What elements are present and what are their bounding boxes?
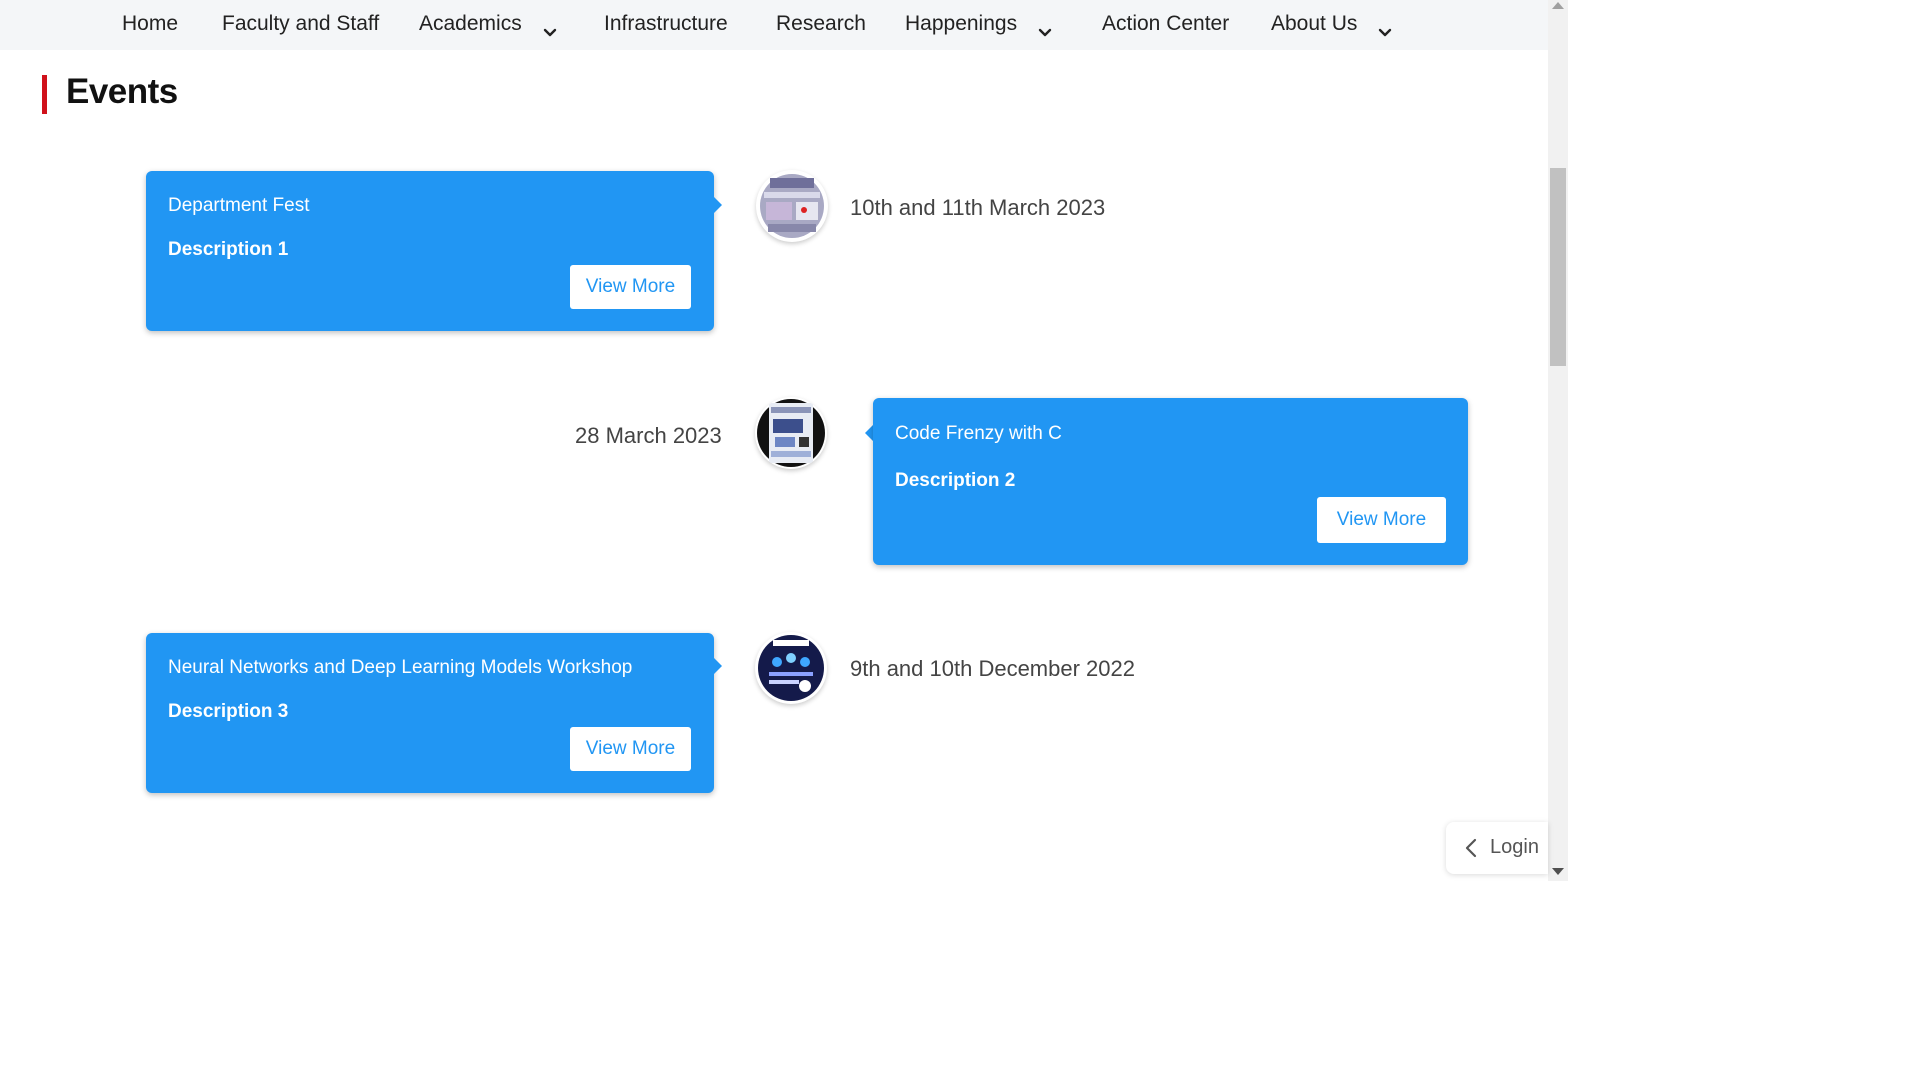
nav-happenings-label: Happenings xyxy=(905,12,1018,35)
nav-about-us[interactable]: About Us xyxy=(1271,0,1395,50)
section-title: Events xyxy=(66,72,178,111)
nav-academics-label: Academics xyxy=(419,12,522,35)
poster-image xyxy=(760,174,824,238)
view-more-button[interactable]: View More xyxy=(570,265,691,309)
event-title: Neural Networks and Deep Learning Models… xyxy=(168,657,633,678)
nav-infrastructure[interactable]: Infrastructure xyxy=(604,0,728,50)
nav-home[interactable]: Home xyxy=(122,0,178,50)
chevron-down-icon xyxy=(1035,12,1055,37)
view-more-button[interactable]: View More xyxy=(570,727,691,771)
event-card: Neural Networks and Deep Learning Models… xyxy=(146,633,714,793)
event-title: Department Fest xyxy=(168,195,310,216)
event-date: 9th and 10th December 2022 xyxy=(850,656,1135,681)
scroll-up-arrow-icon[interactable] xyxy=(1552,2,1564,9)
event-date: 28 March 2023 xyxy=(575,423,722,448)
nav-academics[interactable]: Academics xyxy=(419,0,560,50)
nav-action-center-label: Action Center xyxy=(1102,12,1230,35)
event-poster-thumbnail[interactable] xyxy=(755,397,827,469)
page-scrollbar[interactable] xyxy=(1548,0,1568,881)
login-label: Login xyxy=(1490,836,1539,858)
card-pointer xyxy=(865,425,873,441)
card-pointer xyxy=(714,197,722,213)
top-navbar: Home Faculty and Staff Academics Infrast… xyxy=(0,0,1548,50)
nav-research[interactable]: Research xyxy=(776,0,866,50)
nav-research-label: Research xyxy=(776,12,866,35)
chevron-down-icon xyxy=(1375,12,1395,37)
nav-happenings[interactable]: Happenings xyxy=(905,0,1055,50)
event-description: Description 2 xyxy=(895,470,1016,491)
event-description: Description 1 xyxy=(168,239,289,260)
nav-infrastructure-label: Infrastructure xyxy=(604,12,728,35)
view-more-button[interactable]: View More xyxy=(1317,497,1446,543)
scroll-down-arrow-icon[interactable] xyxy=(1552,868,1564,875)
event-poster-thumbnail[interactable] xyxy=(756,170,828,242)
chevron-down-icon xyxy=(540,12,560,37)
nav-home-label: Home xyxy=(122,12,179,35)
event-card: Department Fest Description 1 View More xyxy=(146,171,714,331)
nav-action-center[interactable]: Action Center xyxy=(1102,0,1229,50)
event-poster-thumbnail[interactable] xyxy=(755,632,827,704)
chevron-left-icon xyxy=(1464,837,1478,864)
event-card: Code Frenzy with C Description 2 View Mo… xyxy=(873,398,1468,565)
scrollbar-thumb[interactable] xyxy=(1550,168,1566,366)
login-button[interactable]: Login xyxy=(1446,822,1548,874)
nav-faculty-and-staff[interactable]: Faculty and Staff xyxy=(222,0,379,50)
poster-image xyxy=(757,399,825,467)
event-date: 10th and 11th March 2023 xyxy=(850,195,1106,220)
nav-faculty-label: Faculty and Staff xyxy=(222,12,380,35)
poster-image xyxy=(758,635,824,701)
event-title: Code Frenzy with C xyxy=(895,423,1062,444)
section-accent-bar xyxy=(42,75,47,114)
nav-about-us-label: About Us xyxy=(1271,12,1358,35)
card-pointer xyxy=(714,658,722,674)
event-description: Description 3 xyxy=(168,701,289,722)
